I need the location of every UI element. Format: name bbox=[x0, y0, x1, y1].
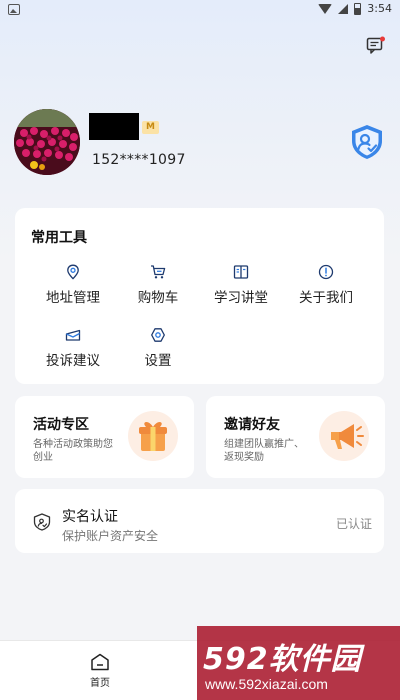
message-icon[interactable] bbox=[366, 36, 386, 54]
verification-subtitle: 保护账户资产安全 bbox=[62, 529, 159, 543]
settings-hexagon-icon bbox=[151, 328, 165, 342]
tool-label: 投诉建议 bbox=[46, 353, 100, 369]
status-indicators: 3:54 bbox=[318, 2, 392, 15]
location-pin-icon bbox=[67, 264, 79, 280]
avatar-flowers-image bbox=[14, 109, 80, 175]
battery-icon bbox=[354, 2, 362, 15]
tool-label: 关于我们 bbox=[299, 290, 353, 306]
id-shield-icon bbox=[33, 513, 51, 531]
gift-box-icon bbox=[128, 411, 178, 461]
tool-about-us[interactable]: 关于我们 bbox=[286, 264, 366, 310]
watermark-url: www.592xiazai.com bbox=[205, 676, 328, 692]
home-icon bbox=[91, 653, 109, 671]
open-book-icon bbox=[233, 265, 249, 279]
tool-complaints-suggestions[interactable]: 投诉建议 bbox=[33, 327, 113, 373]
promo-title: 活动专区 bbox=[33, 417, 89, 433]
info-circle-icon bbox=[318, 264, 334, 280]
tool-shopping-cart[interactable]: 购物车 bbox=[118, 264, 198, 310]
real-name-verification-card[interactable]: 实名认证 保护账户资产安全 已认证 bbox=[15, 489, 384, 553]
verification-status: 已认证 bbox=[335, 517, 372, 531]
tool-label: 学习讲堂 bbox=[214, 290, 268, 306]
site-watermark: 592软件园 www.592xiazai.com bbox=[197, 626, 400, 700]
wifi-icon bbox=[318, 3, 333, 14]
phone-number: 152****1097 bbox=[92, 152, 186, 168]
common-tools-card: 常用工具 地址管理 购物车 学习讲堂 关于我们 投诉建议 设置 bbox=[15, 208, 384, 384]
nav-home-label: 首页 bbox=[90, 678, 110, 689]
common-tools-title: 常用工具 bbox=[31, 230, 87, 246]
gallery-notification-icon bbox=[8, 4, 20, 15]
promo-title: 邀请好友 bbox=[224, 417, 280, 433]
promo-invite-friends[interactable]: 邀请好友 组建团队赢推广、返现奖励 bbox=[206, 396, 385, 478]
verified-shield-icon[interactable] bbox=[350, 124, 384, 160]
verification-title: 实名认证 bbox=[62, 509, 118, 525]
nav-home[interactable]: 首页 bbox=[78, 653, 122, 693]
tool-learning-hall[interactable]: 学习讲堂 bbox=[201, 264, 281, 310]
member-badge: M bbox=[142, 121, 159, 134]
promo-subtitle: 组建团队赢推广、返现奖励 bbox=[224, 439, 304, 463]
avatar[interactable] bbox=[14, 109, 80, 175]
tool-label: 购物车 bbox=[137, 290, 179, 306]
tool-label: 设置 bbox=[144, 353, 172, 369]
status-time: 3:54 bbox=[367, 2, 392, 15]
feedback-envelope-icon bbox=[65, 329, 81, 341]
tool-settings[interactable]: 设置 bbox=[118, 327, 198, 373]
status-bar: 3:54 bbox=[0, 0, 400, 22]
tool-address-management[interactable]: 地址管理 bbox=[33, 264, 113, 310]
tool-label: 地址管理 bbox=[46, 290, 100, 306]
watermark-brand: 592软件园 bbox=[203, 642, 362, 677]
username-redacted bbox=[89, 113, 139, 140]
megaphone-icon bbox=[319, 411, 369, 461]
shopping-cart-icon bbox=[151, 265, 166, 279]
promo-activity-zone[interactable]: 活动专区 各种活动政策助您创业 bbox=[15, 396, 194, 478]
promo-subtitle: 各种活动政策助您创业 bbox=[33, 439, 113, 463]
cell-signal-icon bbox=[338, 3, 349, 14]
